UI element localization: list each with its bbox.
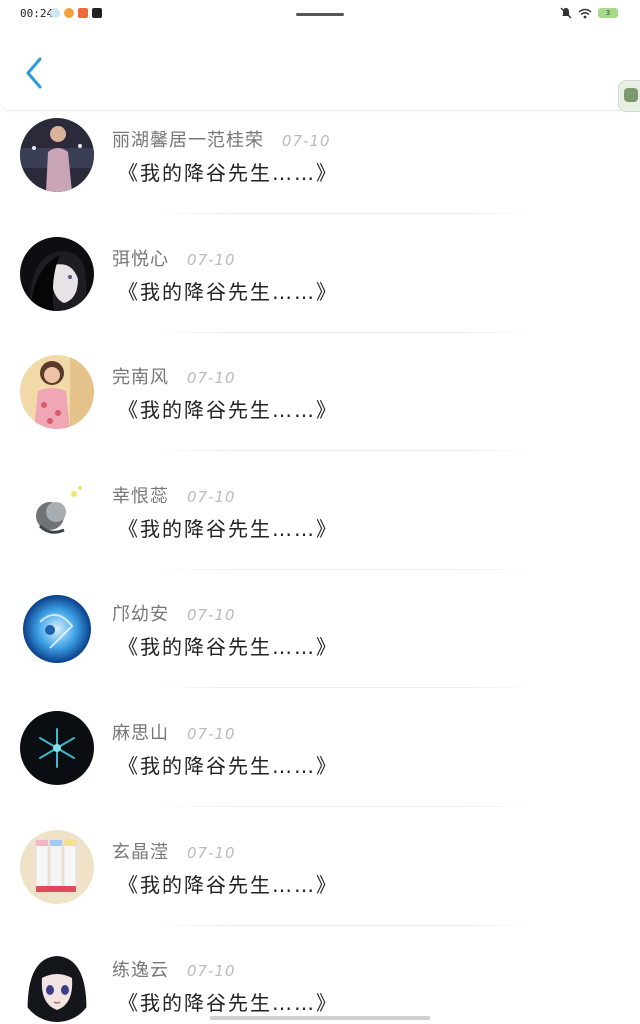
name-row: 麻思山 07-10 [112, 719, 236, 745]
list-item[interactable]: 练逸云 07-10 《我的降谷先生……》 [0, 940, 640, 1024]
status-bar: 00:24 3 [0, 0, 640, 28]
comment-date: 07-10 [187, 606, 236, 625]
weibo-icon [64, 8, 74, 18]
divider [155, 687, 535, 689]
comment-text[interactable]: 《我的降谷先生……》 [118, 987, 338, 1016]
name-row: 玄晶滢 07-10 [112, 838, 236, 864]
comment-text[interactable]: 《我的降谷先生……》 [118, 157, 338, 186]
avatar-image [20, 236, 94, 311]
name-row: 练逸云 07-10 [112, 956, 236, 982]
avatar-image [20, 592, 94, 667]
avatar[interactable] [20, 829, 94, 904]
list-item[interactable]: 麻思山 07-10 《我的降谷先生……》 [0, 703, 640, 822]
list-item[interactable]: 完南风 07-10 《我的降谷先生……》 [0, 347, 640, 466]
avatar-image [20, 710, 94, 785]
avatar-image [20, 473, 94, 548]
comment-text[interactable]: 《我的降谷先生……》 [118, 750, 338, 779]
back-button[interactable] [20, 56, 50, 90]
top-pill-indicator [296, 13, 344, 16]
divider [155, 450, 535, 452]
comment-text[interactable]: 《我的降谷先生……》 [118, 631, 338, 660]
divider [155, 924, 535, 926]
user-name[interactable]: 幸恨蕊 [112, 482, 169, 508]
avatar[interactable] [20, 592, 94, 667]
user-name[interactable]: 邝幼安 [112, 600, 169, 626]
list-item[interactable]: 弭悦心 07-10 《我的降谷先生……》 [0, 229, 640, 348]
assistant-icon [624, 88, 638, 102]
comment-text[interactable]: 《我的降谷先生……》 [118, 869, 338, 898]
avatar[interactable] [20, 118, 94, 192]
list-item[interactable]: 玄晶滢 07-10 《我的降谷先生……》 [0, 822, 640, 941]
user-name[interactable]: 练逸云 [112, 956, 169, 982]
comment-date: 07-10 [187, 369, 236, 388]
notification-icons [50, 8, 102, 18]
list-item[interactable]: 丽湖馨居一范桂荣 07-10 《我的降谷先生……》 [0, 110, 640, 229]
system-icons: 3 [560, 7, 618, 19]
avatar[interactable] [20, 948, 94, 1023]
app-notification-icon [50, 8, 60, 18]
screen: 00:24 3 丽湖馨居一范桂荣 07-10 《我的降谷先生……》 弭悦心 07… [0, 0, 640, 1024]
user-name[interactable]: 麻思山 [112, 719, 169, 745]
divider [155, 568, 535, 570]
avatar-image [20, 948, 94, 1023]
divider [155, 805, 535, 807]
wifi-icon [578, 8, 592, 18]
user-name[interactable]: 完南风 [112, 363, 169, 389]
battery-icon: 3 [598, 8, 618, 18]
comment-date: 07-10 [187, 250, 236, 269]
name-row: 邝幼安 07-10 [112, 600, 236, 626]
avatar-image [20, 118, 94, 192]
comment-date: 07-10 [187, 843, 236, 862]
avatar[interactable] [20, 355, 94, 430]
divider [155, 213, 535, 214]
name-row: 弭悦心 07-10 [112, 245, 236, 271]
app-icon [78, 8, 88, 18]
comment-text[interactable]: 《我的降谷先生……》 [118, 276, 338, 305]
comment-list: 丽湖馨居一范桂荣 07-10 《我的降谷先生……》 弭悦心 07-10 《我的降… [0, 110, 640, 1024]
app-dark-icon [92, 8, 102, 18]
nav-header [0, 28, 640, 111]
list-item[interactable]: 邝幼安 07-10 《我的降谷先生……》 [0, 584, 640, 703]
comment-text[interactable]: 《我的降谷先生……》 [118, 394, 338, 423]
comment-date: 07-10 [187, 487, 236, 506]
home-indicator[interactable] [210, 1016, 430, 1020]
name-row: 完南风 07-10 [112, 363, 236, 389]
chevron-left-icon [26, 57, 42, 89]
user-name[interactable]: 弭悦心 [112, 245, 169, 271]
comment-date: 07-10 [187, 724, 236, 743]
divider [155, 331, 535, 333]
avatar[interactable] [20, 236, 94, 311]
avatar[interactable] [20, 710, 94, 785]
user-name[interactable]: 丽湖馨居一范桂荣 [112, 126, 264, 152]
comment-date: 07-10 [187, 962, 236, 981]
name-row: 丽湖馨居一范桂荣 07-10 [112, 126, 331, 152]
avatar-image [20, 355, 94, 430]
avatar-image [20, 829, 94, 904]
avatar[interactable] [20, 473, 94, 548]
comment-text[interactable]: 《我的降谷先生……》 [118, 513, 338, 542]
floating-assistant-button[interactable] [618, 80, 640, 112]
status-time: 00:24 [20, 7, 54, 20]
list-item[interactable]: 幸恨蕊 07-10 《我的降谷先生……》 [0, 466, 640, 585]
name-row: 幸恨蕊 07-10 [112, 482, 236, 508]
user-name[interactable]: 玄晶滢 [112, 838, 169, 864]
mute-icon [560, 7, 572, 19]
comment-date: 07-10 [282, 132, 331, 150]
